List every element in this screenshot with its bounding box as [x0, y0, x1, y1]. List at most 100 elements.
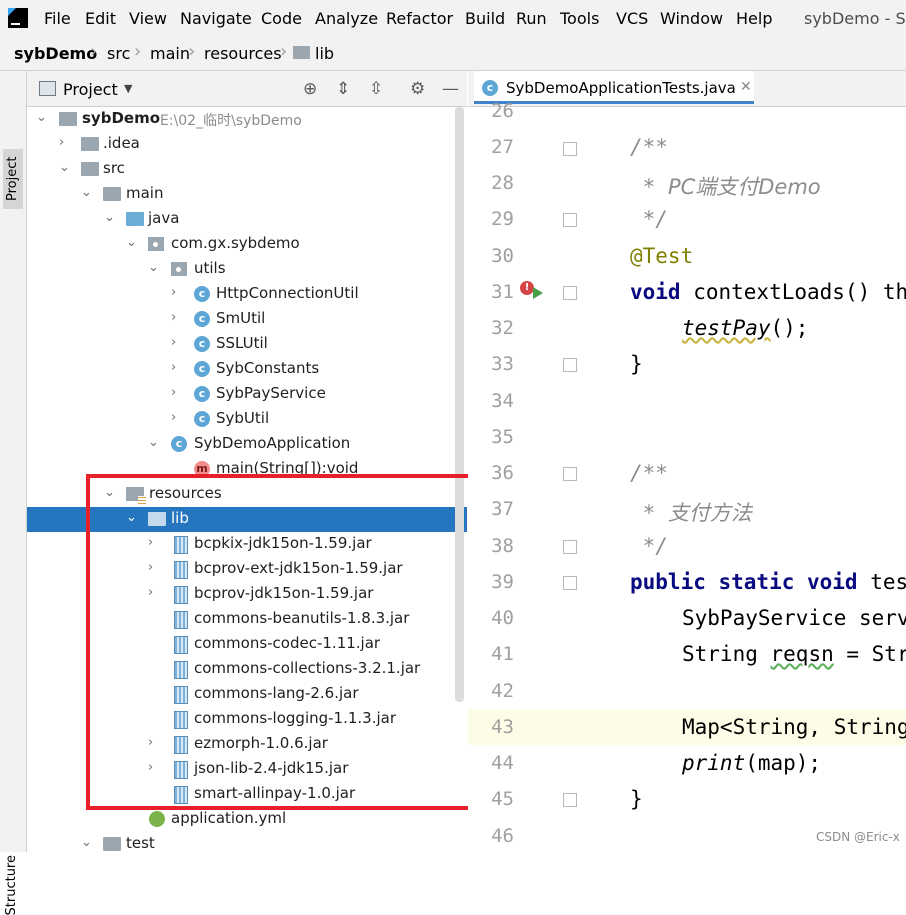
- menu-run[interactable]: Run: [516, 9, 547, 28]
- menu-code[interactable]: Code: [261, 9, 302, 28]
- chevron-right-icon[interactable]: ›: [171, 335, 176, 350]
- gear-icon[interactable]: ⚙: [410, 79, 425, 99]
- chevron-right-icon[interactable]: ›: [171, 285, 176, 300]
- tree-row-module[interactable]: ⌄ sybDemo E:\02_临时\sybDemo: [27, 107, 467, 132]
- tree-row-class[interactable]: › c SybPayService: [27, 382, 467, 407]
- chevron-down-icon[interactable]: ⌄: [81, 835, 92, 850]
- code-line-28: * PC端支付Demo: [630, 171, 821, 201]
- breadcrumb-item-lib[interactable]: lib: [315, 44, 334, 63]
- line-number: 36: [491, 462, 514, 484]
- line-number: 35: [491, 426, 514, 448]
- chevron-down-icon[interactable]: ▼: [124, 82, 132, 95]
- run-icon[interactable]: [533, 287, 543, 299]
- menu-view[interactable]: View: [129, 9, 167, 28]
- locate-icon[interactable]: ⊕: [303, 79, 317, 99]
- method-call: testPay: [682, 316, 771, 340]
- fold-marker-icon[interactable]: [563, 467, 577, 481]
- class-icon: c: [194, 386, 210, 402]
- fold-marker-icon[interactable]: [563, 793, 577, 807]
- menu-file[interactable]: File: [44, 9, 71, 28]
- fold-marker-icon[interactable]: [563, 576, 577, 590]
- tree-row-utils[interactable]: ⌄ utils: [27, 257, 467, 282]
- chevron-down-icon[interactable]: ⌄: [148, 435, 159, 450]
- tree-row-method[interactable]: m main(String[]):void: [27, 457, 467, 474]
- menu-build[interactable]: Build: [465, 9, 505, 28]
- tree-row-label: SybUtil: [216, 409, 270, 427]
- breadcrumb-item-main[interactable]: main: [150, 44, 190, 63]
- module-folder-icon: [59, 112, 77, 126]
- chevron-down-icon[interactable]: ⌄: [126, 235, 137, 250]
- tree-row-idea[interactable]: › .idea: [27, 132, 467, 157]
- fold-marker-icon[interactable]: [563, 142, 577, 156]
- close-icon[interactable]: ✕: [740, 79, 752, 95]
- menu-help[interactable]: Help: [736, 9, 772, 28]
- tree-row-yml[interactable]: application.yml: [27, 807, 467, 832]
- chevron-down-icon[interactable]: ⌄: [148, 260, 159, 275]
- tab-structure-vertical[interactable]: Structure: [4, 855, 19, 915]
- chevron-down-icon[interactable]: ⌄: [59, 160, 70, 175]
- chevron-right-icon[interactable]: ›: [171, 410, 176, 425]
- tree-row-class[interactable]: ⌄ c SybDemoApplication: [27, 432, 467, 457]
- tree-row-java[interactable]: ⌄ java: [27, 207, 467, 232]
- menu-tools[interactable]: Tools: [560, 9, 599, 28]
- menu-navigate[interactable]: Navigate: [180, 9, 252, 28]
- line-number: 28: [491, 172, 514, 194]
- tree-row-src[interactable]: ⌄ src: [27, 157, 467, 182]
- menu-window[interactable]: Window: [660, 9, 723, 28]
- run-error-icon[interactable]: !: [520, 281, 534, 295]
- method-icon: m: [194, 461, 210, 474]
- code-text: = Str: [833, 642, 906, 666]
- line-number: 38: [491, 535, 514, 557]
- breadcrumb-item-resources[interactable]: resources: [204, 44, 282, 63]
- tab-project-vertical[interactable]: Project: [3, 149, 23, 209]
- menu-refactor[interactable]: Refactor: [386, 9, 453, 28]
- package-icon: [148, 237, 164, 251]
- chevron-right-icon[interactable]: ›: [59, 135, 64, 150]
- chevron-down-icon[interactable]: ⌄: [104, 210, 115, 225]
- line-number: 31: [491, 281, 514, 303]
- tree-row-label: .idea: [103, 134, 140, 152]
- code-line-41: String reqsn = Str: [682, 642, 906, 666]
- comment-star: *: [630, 501, 668, 525]
- chevron-right-icon[interactable]: ›: [171, 385, 176, 400]
- fold-marker-icon[interactable]: [563, 213, 577, 227]
- window-title: sybDemo - Sy: [804, 9, 906, 28]
- code-line-29: */: [630, 207, 668, 231]
- fold-marker-icon[interactable]: [563, 358, 577, 372]
- tree-row-class[interactable]: › c HttpConnectionUtil: [27, 282, 467, 307]
- code-line-38: */: [630, 534, 668, 558]
- tree-row-class[interactable]: › c SmUtil: [27, 307, 467, 332]
- folder-icon: [81, 162, 99, 176]
- chevron-right-icon[interactable]: ›: [171, 360, 176, 375]
- fold-marker-icon[interactable]: [563, 286, 577, 300]
- chevron-right-icon[interactable]: ›: [171, 310, 176, 325]
- expand-all-icon[interactable]: ⇕: [336, 79, 350, 99]
- menu-vcs[interactable]: VCS: [616, 9, 648, 28]
- intellij-logo-icon: [8, 8, 28, 28]
- tree-row-label: HttpConnectionUtil: [216, 284, 359, 302]
- package-icon: [171, 262, 187, 276]
- tree-row-package[interactable]: ⌄ com.gx.sybdemo: [27, 232, 467, 257]
- tree-row-class[interactable]: › c SybUtil: [27, 407, 467, 432]
- tree-row-label: test: [126, 834, 155, 852]
- tree-row-test[interactable]: ⌄ test: [27, 832, 467, 857]
- chevron-down-icon[interactable]: ⌄: [81, 185, 92, 200]
- tab-sybdemoapplicationtests[interactable]: c SybDemoApplicationTests.java ✕: [474, 71, 754, 104]
- hide-icon[interactable]: —: [442, 79, 459, 99]
- tree-row-main[interactable]: ⌄ main: [27, 182, 467, 207]
- menu-edit[interactable]: Edit: [85, 9, 116, 28]
- tree-row-class[interactable]: › c SSLUtil: [27, 332, 467, 357]
- breadcrumb-item-project[interactable]: sybDemo: [14, 44, 97, 63]
- tree-row-class[interactable]: › c SybConstants: [27, 357, 467, 382]
- chevron-down-icon[interactable]: ⌄: [36, 110, 47, 125]
- source-folder-icon: [126, 212, 144, 226]
- tree-row-label: SybDemoApplication: [194, 434, 351, 452]
- menu-analyze[interactable]: Analyze: [315, 9, 378, 28]
- collapse-all-icon[interactable]: ⇳: [369, 79, 383, 99]
- breadcrumb-item-src[interactable]: src: [107, 44, 130, 63]
- tree-row-label: application.yml: [171, 809, 287, 827]
- keyword: void: [630, 280, 681, 304]
- project-panel-header: Project ▼ ⊕ ⇕ ⇳ ⚙ —: [27, 71, 467, 107]
- fold-marker-icon[interactable]: [563, 540, 577, 554]
- project-view-selector[interactable]: Project: [63, 80, 118, 99]
